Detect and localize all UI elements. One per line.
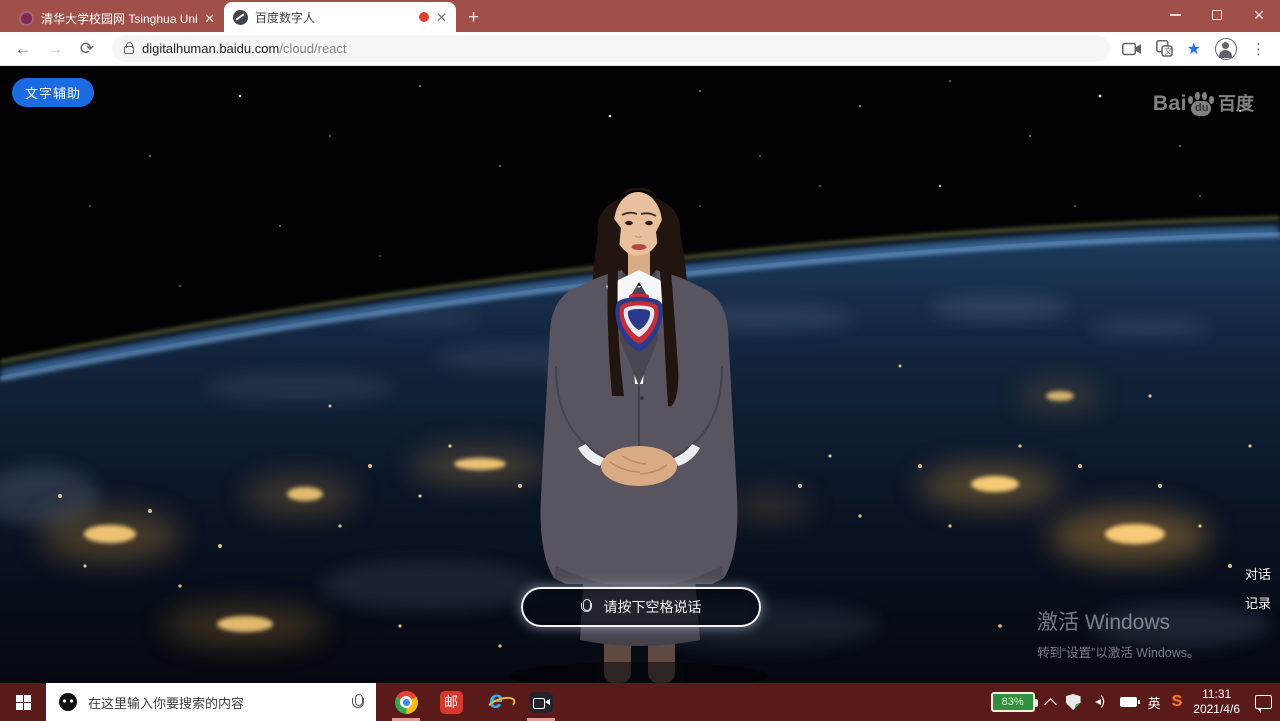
minimize-button[interactable] bbox=[1154, 0, 1196, 30]
tab-title: 百度数字人 bbox=[255, 9, 412, 26]
text-assist-button[interactable]: 文字辅助 bbox=[12, 78, 94, 107]
globe-favicon-icon bbox=[233, 10, 248, 25]
url-text: digitalhuman.baidu.com/cloud/react bbox=[142, 41, 347, 56]
action-center-icon[interactable] bbox=[1255, 695, 1272, 709]
clock-time: 11:31 bbox=[1202, 687, 1231, 701]
camera-app-icon bbox=[529, 692, 553, 713]
close-icon: ✕ bbox=[1253, 8, 1265, 22]
chrome-icon bbox=[395, 691, 418, 714]
push-to-talk-prompt[interactable]: 请按下空格说话 bbox=[521, 587, 761, 627]
back-button[interactable]: ← bbox=[10, 39, 36, 59]
sogou-input-icon[interactable]: S bbox=[1172, 693, 1183, 711]
url-path: /cloud/react bbox=[279, 41, 346, 56]
baidu-logo: Bai du 百度 bbox=[1153, 90, 1254, 116]
browser-toolbar: ← → ⟳ digitalhuman.baidu.com/cloud/react… bbox=[0, 32, 1280, 66]
tab-close-icon[interactable]: ✕ bbox=[436, 11, 447, 24]
toolbar-right-icons: 文 ★ ⋮ bbox=[1122, 38, 1270, 60]
new-tab-button[interactable]: + bbox=[468, 8, 479, 27]
maximize-icon bbox=[1212, 10, 1222, 20]
hidden-icons-chevron-icon[interactable] bbox=[1044, 698, 1057, 711]
baidu-logo-cn: 百度 bbox=[1218, 90, 1254, 116]
battery-indicator[interactable]: 83% bbox=[991, 692, 1035, 712]
minimize-icon bbox=[1170, 14, 1181, 16]
camera-cast-icon[interactable] bbox=[1122, 42, 1142, 56]
start-button[interactable] bbox=[0, 683, 46, 721]
maximize-button[interactable] bbox=[1196, 0, 1238, 30]
defender-shield-icon[interactable] bbox=[1066, 694, 1081, 710]
profile-avatar[interactable] bbox=[1215, 38, 1237, 60]
browser-titlebar: 清华大学校园网 Tsinghua Unive ✕ 百度数字人 ✕ + ✕ bbox=[0, 0, 1280, 32]
forward-button[interactable]: → bbox=[42, 39, 68, 59]
ime-indicator[interactable]: 英 bbox=[1148, 693, 1161, 712]
battery-icon[interactable] bbox=[1120, 697, 1137, 707]
taskbar-apps: 邮 e bbox=[390, 683, 557, 721]
watermark-line2: 转到“设置”以激活 Windows。 bbox=[1037, 642, 1200, 661]
tab-close-icon[interactable]: ✕ bbox=[204, 12, 215, 25]
dialog-tab[interactable]: 对话 bbox=[1245, 564, 1271, 583]
microphone-icon bbox=[581, 599, 592, 615]
taskbar-search-box[interactable]: 在这里输入你要搜索的内容 bbox=[46, 683, 376, 721]
volume-icon[interactable] bbox=[1092, 695, 1109, 709]
clock-date: 2021/4/6 bbox=[1193, 702, 1240, 716]
mail-icon: 邮 bbox=[440, 691, 463, 714]
tab-title: 清华大学校园网 Tsinghua Unive bbox=[41, 10, 197, 27]
taskbar-clock[interactable]: 11:31 2021/4/6 bbox=[1193, 687, 1240, 717]
url-host: digitalhuman.baidu.com bbox=[142, 41, 279, 56]
tab-digital-human[interactable]: 百度数字人 ✕ bbox=[224, 2, 456, 32]
windows-taskbar: 在这里输入你要搜索的内容 邮 e 83% 英 S 11:31 2021/4/6 bbox=[0, 683, 1280, 721]
lock-icon bbox=[124, 46, 134, 54]
windows-logo-icon bbox=[16, 695, 31, 710]
tsinghua-favicon-icon bbox=[19, 11, 34, 26]
system-tray: 83% 英 S 11:31 2021/4/6 bbox=[991, 683, 1280, 721]
record-tab[interactable]: 记录 bbox=[1245, 593, 1271, 612]
translate-icon[interactable]: 文 bbox=[1156, 40, 1173, 57]
taskbar-ie-button[interactable]: e bbox=[480, 683, 512, 721]
search-mic-icon[interactable] bbox=[352, 694, 364, 711]
bookmark-star-icon[interactable]: ★ bbox=[1187, 39, 1201, 59]
taskbar-mail-button[interactable]: 邮 bbox=[435, 683, 467, 721]
close-button[interactable]: ✕ bbox=[1238, 0, 1280, 30]
window-controls: ✕ bbox=[1154, 0, 1280, 30]
tab-tsinghua[interactable]: 清华大学校园网 Tsinghua Unive ✕ bbox=[10, 4, 224, 32]
menu-dots-icon[interactable]: ⋮ bbox=[1251, 40, 1266, 58]
baidu-logo-bai: Bai bbox=[1153, 92, 1187, 116]
mic-prompt-label: 请按下空格说话 bbox=[604, 597, 702, 617]
watermark-line1: 激活 Windows bbox=[1037, 606, 1200, 636]
search-placeholder: 在这里输入你要搜索的内容 bbox=[88, 693, 342, 712]
recording-indicator-icon bbox=[419, 12, 429, 22]
address-bar[interactable]: digitalhuman.baidu.com/cloud/react bbox=[112, 35, 1110, 62]
page-viewport: 文字辅助 Bai du 百度 请按下空格说话 对话 记录 激活 Windows … bbox=[0, 66, 1280, 683]
search-assistant-icon bbox=[58, 692, 78, 712]
activate-windows-watermark: 激活 Windows 转到“设置”以激活 Windows。 bbox=[1037, 606, 1200, 661]
dialog-record-panel: 对话 记录 bbox=[1245, 564, 1271, 612]
internet-explorer-icon: e bbox=[489, 688, 503, 713]
screen: 清华大学校园网 Tsinghua Unive ✕ 百度数字人 ✕ + ✕ ← →… bbox=[0, 0, 1280, 721]
reload-button[interactable]: ⟳ bbox=[74, 39, 100, 59]
taskbar-camera-button[interactable] bbox=[525, 683, 557, 721]
taskbar-chrome-button[interactable] bbox=[390, 683, 422, 721]
svg-text:文: 文 bbox=[1164, 46, 1172, 56]
